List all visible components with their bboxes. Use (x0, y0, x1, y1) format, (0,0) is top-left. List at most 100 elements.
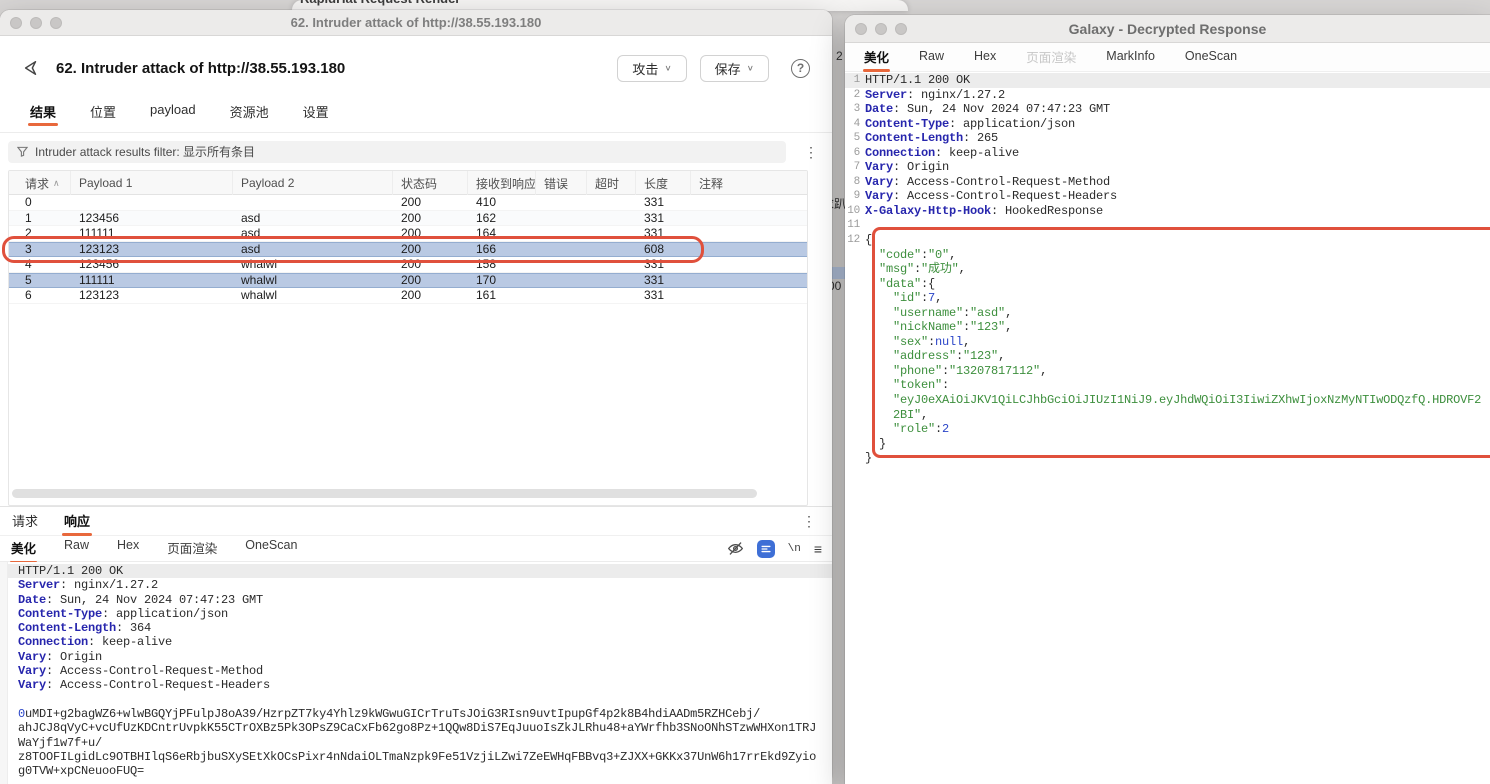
viewer-sub-tab-5[interactable]: OneScan (244, 534, 298, 563)
save-button[interactable]: 保存 ∨ (700, 55, 769, 82)
menu-burger-icon[interactable]: ≡ (814, 541, 822, 557)
right-window-titlebar[interactable]: Galaxy - Decrypted Response (845, 15, 1490, 43)
code-line: 3Date: Sun, 24 Nov 2024 07:47:23 GMT (845, 102, 1490, 117)
code-line: Vary: Origin (8, 650, 832, 664)
viewer-sub-tab-4[interactable]: 页面渲染 (166, 534, 218, 563)
main-tab-5[interactable]: 设置 (303, 100, 329, 132)
column-header-6[interactable]: 错误 (536, 171, 587, 195)
table-cell: 162 (468, 211, 536, 225)
galaxy-tab-5[interactable]: MarkInfo (1105, 45, 1156, 69)
decrypted-response-editor[interactable]: 1HTTP/1.1 200 OK2Server: nginx/1.27.23Da… (845, 72, 1490, 784)
galaxy-tab-6[interactable]: OneScan (1184, 45, 1238, 69)
table-row[interactable]: 2111111asd200164331 (9, 226, 807, 242)
zoom-window-button[interactable] (50, 17, 62, 29)
viewer-sub-tab-2[interactable]: Raw (63, 534, 90, 563)
horizontal-scrollbar[interactable] (12, 489, 757, 498)
table-cell: whalwl (233, 257, 393, 271)
main-tab-3[interactable]: payload (150, 100, 196, 132)
table-cell: 200 (393, 273, 468, 287)
code-line: "username":"asd", (845, 306, 1490, 321)
code-line: Connection: keep-alive (8, 635, 832, 649)
main-tab-4[interactable]: 资源池 (230, 100, 269, 132)
table-cell: 5 (9, 273, 71, 287)
chevron-down-icon: ∨ (664, 64, 671, 73)
viewer-sub-tab-1[interactable]: 美化 (10, 534, 37, 563)
galaxy-tab-4: 页面渲染 (1025, 43, 1077, 72)
code-line: 10X-Galaxy-Http-Hook: HookedResponse (845, 204, 1490, 219)
table-cell: 0 (9, 195, 71, 209)
table-row[interactable]: 3123123asd200166608 (9, 242, 807, 258)
column-header-9[interactable]: 注释 (691, 171, 807, 195)
table-row[interactable]: 0200410331 (9, 195, 807, 211)
response-editor[interactable]: HTTP/1.1 200 OKServer: nginx/1.27.2Date:… (0, 562, 832, 784)
table-cell: 123456 (71, 211, 233, 225)
line-number (845, 378, 865, 393)
response-viewer-toolbar: 美化 Raw Hex 页面渲染 OneScan \n ≡ (0, 535, 832, 562)
editor-gutter (0, 562, 8, 784)
code-line: "role":2 (845, 422, 1490, 437)
request-response-tabbar: 请求响应 ⋮ (0, 506, 832, 535)
code-line: Server: nginx/1.27.2 (8, 578, 832, 592)
code-line: 2BI", (845, 408, 1490, 423)
column-header-4[interactable]: 状态码 (393, 171, 468, 195)
table-cell: 3 (9, 242, 71, 256)
hide-eye-icon[interactable] (727, 540, 744, 557)
column-header-2[interactable]: Payload 1 (71, 171, 233, 195)
table-row[interactable]: 1123456asd200162331 (9, 211, 807, 227)
column-header-3[interactable]: Payload 2 (233, 171, 393, 195)
line-number (845, 335, 865, 350)
column-header-8[interactable]: 长度 (636, 171, 691, 195)
line-number: 2 (845, 88, 865, 103)
main-tab-2[interactable]: 位置 (90, 100, 116, 132)
results-filter-bar[interactable]: Intruder attack results filter: 显示所有条目 (8, 141, 786, 163)
table-cell: 111111 (71, 226, 233, 240)
attack-button[interactable]: 攻击 ∨ (617, 55, 686, 82)
close-window-button[interactable] (855, 23, 867, 35)
table-cell: 111111 (71, 273, 233, 287)
minimize-window-button[interactable] (30, 17, 42, 29)
column-header-7[interactable]: 超时 (587, 171, 636, 195)
fuzzer-send-icon[interactable] (22, 59, 40, 77)
zoom-window-button[interactable] (895, 23, 907, 35)
table-cell: 4 (9, 257, 71, 271)
viewer-sub-tab-3[interactable]: Hex (116, 534, 140, 563)
line-number: 11 (845, 218, 865, 233)
traffic-lights[interactable] (10, 17, 62, 29)
table-menu-kebab-icon[interactable]: ⋮ (798, 145, 824, 159)
main-tab-1[interactable]: 结果 (30, 100, 56, 132)
code-line: 7Vary: Origin (845, 160, 1490, 175)
code-line: 9Vary: Access-Control-Request-Headers (845, 189, 1490, 204)
line-number (845, 422, 865, 437)
code-line: 11 (845, 218, 1490, 233)
close-window-button[interactable] (10, 17, 22, 29)
code-line (8, 693, 832, 707)
column-header-5[interactable]: 接收到响应 (468, 171, 536, 195)
column-header-1[interactable]: 请求 ∧ (9, 171, 71, 195)
galaxy-tab-1[interactable]: 美化 (863, 43, 890, 72)
line-number: 8 (845, 175, 865, 190)
traffic-lights[interactable] (855, 23, 907, 35)
code-line: Vary: Access-Control-Request-Method (8, 664, 832, 678)
bottom-tab-2[interactable]: 响应 (62, 506, 92, 537)
table-cell: 200 (393, 288, 468, 302)
galaxy-tab-3[interactable]: Hex (973, 45, 997, 69)
code-line: 1HTTP/1.1 200 OK (845, 73, 1490, 88)
table-row[interactable]: 5111111whalwl200170331 (9, 273, 807, 289)
table-cell: whalwl (233, 288, 393, 302)
filter-row: Intruder attack results filter: 显示所有条目 ⋮ (0, 133, 832, 170)
table-row[interactable]: 6123123whalwl200161331 (9, 288, 807, 304)
newline-toggle-icon[interactable]: \n (788, 543, 801, 555)
minimize-window-button[interactable] (875, 23, 887, 35)
table-row[interactable]: 4123456whalwl200158331 (9, 257, 807, 273)
format-toggle-button[interactable] (757, 540, 775, 558)
bottom-tab-1[interactable]: 请求 (10, 506, 40, 537)
code-line: "address":"123", (845, 349, 1490, 364)
background-fragment-number: 2 (836, 49, 843, 63)
viewer-menu-kebab-icon[interactable]: ⋮ (796, 514, 822, 528)
code-line: "token": (845, 378, 1490, 393)
help-icon[interactable]: ? (791, 59, 810, 78)
left-window-titlebar[interactable]: 62. Intruder attack of http://38.55.193.… (0, 10, 832, 36)
line-number (845, 451, 865, 466)
galaxy-tab-2[interactable]: Raw (918, 45, 945, 69)
line-number: 5 (845, 131, 865, 146)
